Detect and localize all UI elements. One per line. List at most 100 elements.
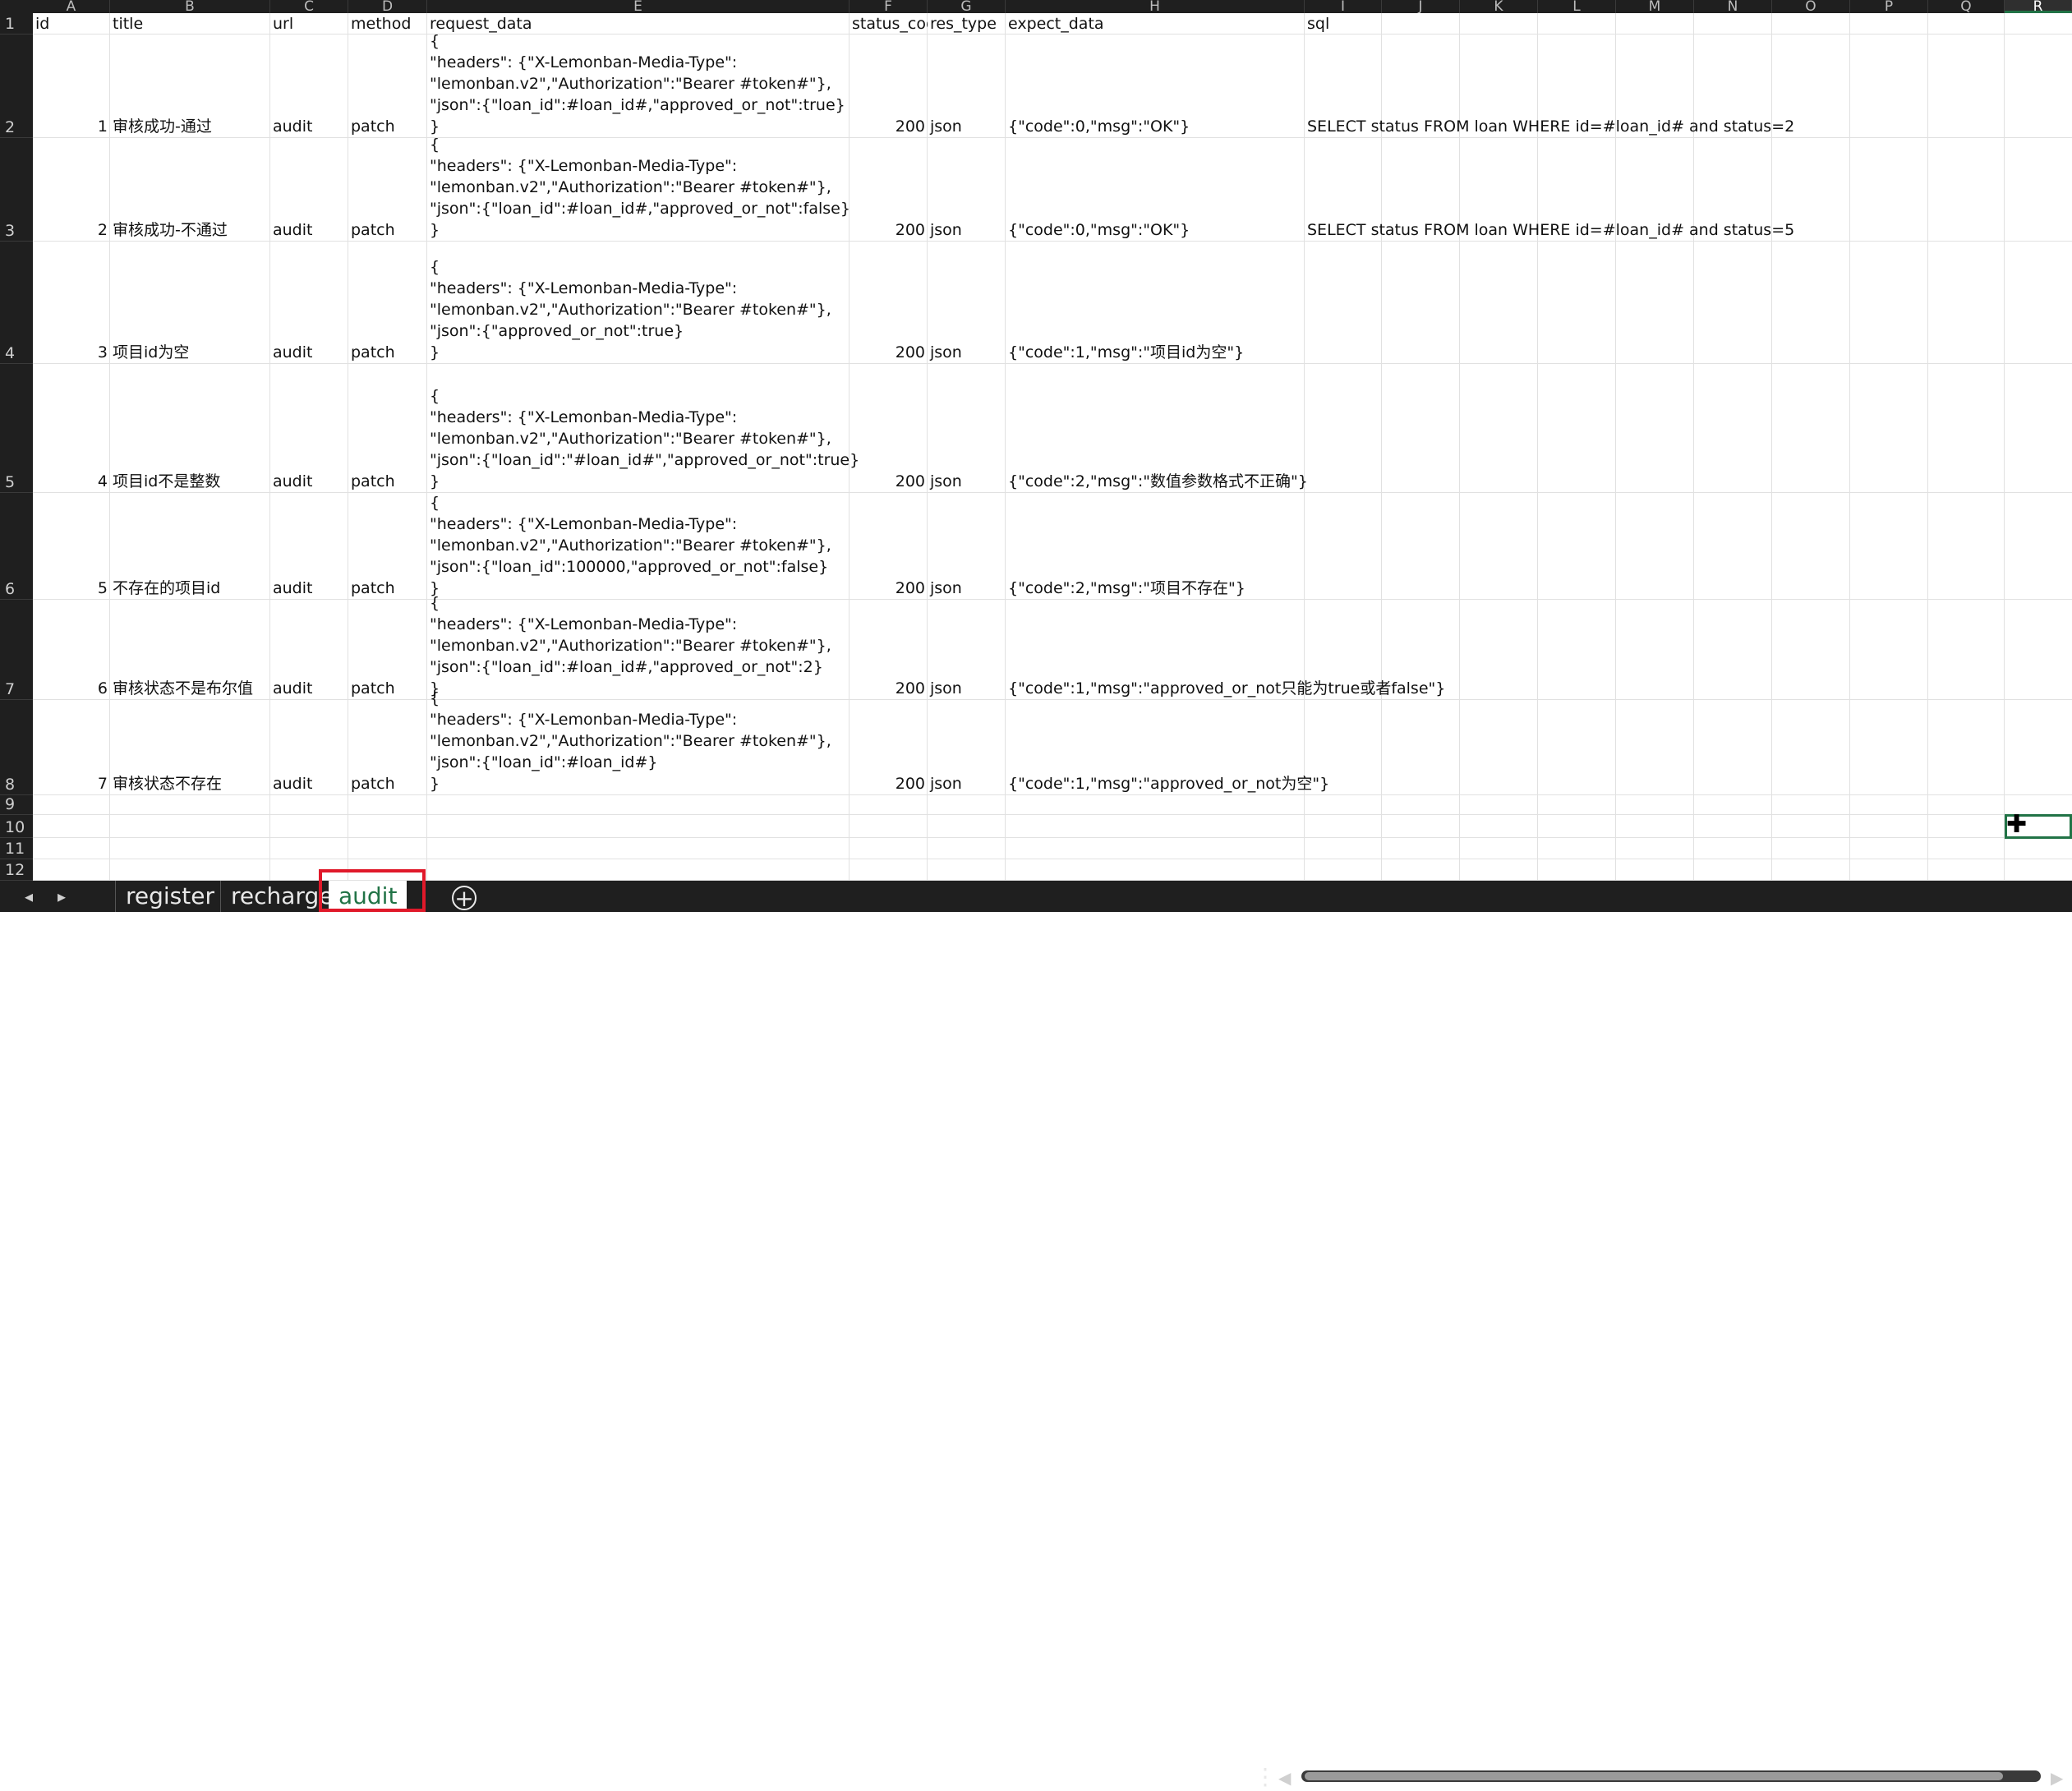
cell-title[interactable]: 审核状态不存在 <box>110 700 270 795</box>
column-header-B[interactable]: B <box>110 0 270 13</box>
column-header-H[interactable]: H <box>1006 0 1305 13</box>
column-header-R[interactable]: R <box>2005 0 2072 13</box>
row-header-3[interactable]: 3 <box>0 138 33 242</box>
cell-expect-data[interactable]: {"code":1,"msg":"项目id为空"} <box>1006 242 1305 364</box>
cell-expect-data[interactable]: {"code":1,"msg":"approved_or_not为空"} <box>1006 700 1329 795</box>
row-header-7[interactable]: 7 <box>0 600 33 700</box>
plus-circle-icon[interactable]: + <box>452 886 477 910</box>
cell-method[interactable]: patch <box>348 138 427 242</box>
cell-id[interactable]: 6 <box>33 600 110 700</box>
column-header-D[interactable]: D <box>348 0 427 13</box>
row-header-4[interactable]: 4 <box>0 242 33 364</box>
header-cell-id[interactable]: id <box>33 13 110 35</box>
cell-url[interactable]: audit <box>270 700 348 795</box>
cell-id[interactable]: 7 <box>33 700 110 795</box>
cell-request-data[interactable]: { "headers": {"X-Lemonban-Media-Type": "… <box>427 493 850 600</box>
cell-id[interactable]: 3 <box>33 242 110 364</box>
spreadsheet-grid[interactable]: ABCDEFGHIJKLMNOPQR 1 2 3 4 5 6 7 8 9 10 11 12 id tit… <box>0 0 2072 881</box>
cell-status-code[interactable]: 200 <box>850 242 928 364</box>
cell-title[interactable]: 审核成功-不通过 <box>110 138 270 242</box>
cell-method[interactable]: patch <box>348 700 427 795</box>
cell-method[interactable]: patch <box>348 600 427 700</box>
cell-id[interactable]: 1 <box>33 35 110 138</box>
header-cell-sql[interactable]: sql <box>1305 13 1469 35</box>
cell-method[interactable]: patch <box>348 35 427 138</box>
cell-expect-data[interactable]: {"code":1,"msg":"approved_or_not只能为true或… <box>1006 600 1445 700</box>
column-header-E[interactable]: E <box>427 0 850 13</box>
column-header-I[interactable]: I <box>1305 0 1382 13</box>
column-header-J[interactable]: J <box>1382 0 1460 13</box>
cell-sql[interactable] <box>1305 242 1382 364</box>
cell-url[interactable]: audit <box>270 493 348 600</box>
column-header-F[interactable]: F <box>850 0 928 13</box>
cell-url[interactable]: audit <box>270 364 348 493</box>
row-header-11[interactable]: 11 <box>0 838 33 859</box>
cell-sql[interactable] <box>1305 364 1382 493</box>
cell-id[interactable]: 2 <box>33 138 110 242</box>
header-cell-title[interactable]: title <box>110 13 270 35</box>
cell-res-type[interactable]: json <box>928 493 1006 600</box>
cell-status-code[interactable]: 200 <box>850 600 928 700</box>
row-header-1[interactable]: 1 <box>0 13 33 35</box>
cell-expect-data[interactable]: {"code":0,"msg":"OK"} <box>1006 35 1305 138</box>
row-header-12[interactable]: 12 <box>0 859 33 881</box>
row-header-9[interactable]: 9 <box>0 795 33 815</box>
cell-request-data[interactable]: { "headers": {"X-Lemonban-Media-Type": "… <box>427 364 859 493</box>
cell-method[interactable]: patch <box>348 493 427 600</box>
cell-id[interactable]: 5 <box>33 493 110 600</box>
header-cell-res-type[interactable]: res_type <box>928 13 1006 35</box>
row-header-8[interactable]: 8 <box>0 700 33 795</box>
cell-sql[interactable] <box>1305 700 1382 795</box>
cell-title[interactable]: 项目id不是整数 <box>110 364 270 493</box>
chevron-right-icon[interactable]: ▸ <box>51 886 72 907</box>
column-header-Q[interactable]: Q <box>1928 0 2005 13</box>
column-header-P[interactable]: P <box>1850 0 1928 13</box>
cell-id[interactable]: 4 <box>33 364 110 493</box>
cell-url[interactable]: audit <box>270 600 348 700</box>
cell-expect-data[interactable]: {"code":2,"msg":"数值参数格式不正确"} <box>1006 364 1308 493</box>
cell-request-data[interactable]: { "headers": {"X-Lemonban-Media-Type": "… <box>427 689 850 795</box>
cell-res-type[interactable]: json <box>928 700 1006 795</box>
cell-res-type[interactable]: json <box>928 138 1006 242</box>
cell-sql[interactable]: SELECT status FROM loan WHERE id=#loan_i… <box>1305 138 1794 242</box>
vertical-dots-icon[interactable]: ⋮ <box>1254 1763 1277 1791</box>
cell-status-code[interactable]: 200 <box>850 493 928 600</box>
cell-url[interactable]: audit <box>270 242 348 364</box>
column-header-K[interactable]: K <box>1460 0 1538 13</box>
cell-title[interactable]: 不存在的项目id <box>110 493 270 600</box>
column-header-N[interactable]: N <box>1694 0 1772 13</box>
cell-request-data[interactable]: { "headers": {"X-Lemonban-Media-Type": "… <box>427 32 850 138</box>
header-cell-method[interactable]: method <box>348 13 427 35</box>
row-header-2[interactable]: 2 <box>0 35 33 138</box>
header-cell-expect-data[interactable]: expect_data <box>1006 13 1305 35</box>
cell-res-type[interactable]: json <box>928 35 1006 138</box>
horizontal-scrollbar-thumb[interactable] <box>1305 1772 2003 1780</box>
cell-status-code[interactable]: 200 <box>850 700 928 795</box>
cell-status-code[interactable]: 200 <box>850 364 928 493</box>
column-header-C[interactable]: C <box>270 0 348 13</box>
cell-sql[interactable] <box>1305 493 1382 600</box>
cell-status-code[interactable]: 200 <box>850 35 928 138</box>
cell-res-type[interactable]: json <box>928 242 1006 364</box>
column-header-G[interactable]: G <box>928 0 1006 13</box>
chevron-left-icon[interactable]: ◂ <box>18 886 39 907</box>
column-header-O[interactable]: O <box>1772 0 1850 13</box>
sheet-tab-register[interactable]: register <box>115 881 224 912</box>
cell-request-data[interactable]: { "headers": {"X-Lemonban-Media-Type": "… <box>427 594 850 700</box>
column-header-A[interactable]: A <box>33 0 110 13</box>
cell-method[interactable]: patch <box>348 242 427 364</box>
cell-res-type[interactable]: json <box>928 600 1006 700</box>
cell-method[interactable]: patch <box>348 364 427 493</box>
scroll-right-icon[interactable]: ▶ <box>2051 1768 2063 1788</box>
cell-sql[interactable] <box>1305 600 1382 700</box>
row-header-10[interactable]: 10 <box>0 815 33 838</box>
cell-res-type[interactable]: json <box>928 364 1006 493</box>
scroll-left-icon[interactable]: ◀ <box>1278 1768 1291 1788</box>
column-header-L[interactable]: L <box>1538 0 1616 13</box>
cell-sql[interactable]: SELECT status FROM loan WHERE id=#loan_i… <box>1305 35 1794 138</box>
row-header-6[interactable]: 6 <box>0 493 33 600</box>
cell-title[interactable]: 审核状态不是布尔值 <box>110 600 270 700</box>
cell-status-code[interactable]: 200 <box>850 138 928 242</box>
column-header-M[interactable]: M <box>1616 0 1694 13</box>
cell-url[interactable]: audit <box>270 138 348 242</box>
